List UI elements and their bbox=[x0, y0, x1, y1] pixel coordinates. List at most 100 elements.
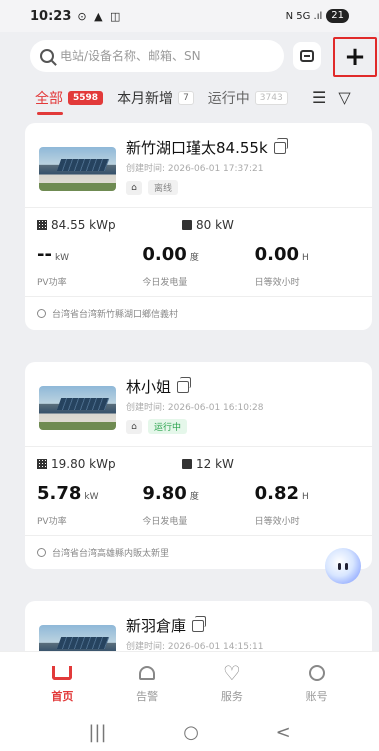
tab-label: 本月新增 bbox=[117, 91, 174, 107]
user-icon bbox=[308, 664, 325, 681]
tab-label: 告警 bbox=[136, 689, 159, 703]
status-badge: 运行中 bbox=[148, 419, 188, 434]
home-icon bbox=[52, 665, 73, 680]
metric-value: 0.82 bbox=[254, 483, 300, 504]
tab-label: 首页 bbox=[51, 689, 74, 703]
metric-label: 今日发电量 bbox=[142, 517, 188, 527]
metric-value: 9.80 bbox=[142, 483, 187, 504]
metric-unit: kW bbox=[54, 253, 70, 263]
home-icon: ⌂ bbox=[126, 419, 142, 434]
plant-card[interactable]: 新竹湖口瑾太84.55k 创建时间: 2026-06-01 17:37:21 ⌂… bbox=[25, 123, 372, 330]
metric-unit: 度 bbox=[189, 253, 199, 263]
metric-label: PV功率 bbox=[37, 517, 67, 527]
inverter-icon bbox=[182, 459, 192, 469]
tab-home[interactable]: 首页 bbox=[32, 662, 92, 704]
battery-icon: 21 bbox=[326, 9, 349, 23]
copy-icon[interactable] bbox=[192, 615, 207, 632]
tab-running[interactable]: 运行中 3743 bbox=[208, 88, 288, 108]
plant-info: 新竹湖口瑾太84.55k 创建时间: 2026-06-01 17:37:21 ⌂… bbox=[126, 137, 288, 195]
address-text: 台湾省台湾高雄縣内販太新里 bbox=[52, 549, 170, 559]
solar-panel-icon bbox=[37, 220, 47, 230]
plant-thumbnail bbox=[39, 386, 116, 430]
alarm-icon bbox=[139, 665, 156, 680]
copy-icon[interactable] bbox=[273, 137, 288, 154]
capacity-row: 19.80 kWp 12 kW bbox=[25, 447, 372, 475]
capacity: 84.55 kWp bbox=[37, 218, 182, 232]
tab-all[interactable]: 全部 5598 bbox=[35, 88, 104, 115]
metric-value: 0.00 bbox=[254, 244, 300, 265]
signal-icon: N 5G .ıl bbox=[285, 10, 323, 22]
metric-unit: H bbox=[302, 492, 309, 502]
tab-label: 全部 bbox=[35, 91, 63, 107]
inverter-capacity: 80 kW bbox=[182, 218, 327, 232]
home-button[interactable]: ○ bbox=[183, 722, 199, 743]
tab-service[interactable]: ♡ 服务 bbox=[202, 660, 262, 704]
created-time: 创建时间: 2026-06-01 16:10:28 bbox=[126, 403, 264, 413]
plus-icon: + bbox=[344, 42, 366, 72]
top-row: + bbox=[0, 37, 379, 77]
assistant-button[interactable] bbox=[325, 548, 361, 584]
capacity-row: 84.55 kWp 80 kW bbox=[25, 208, 372, 236]
plant-card[interactable]: 林小姐 创建时间: 2026-06-01 16:10:28 ⌂ 运行中 19.8… bbox=[25, 362, 372, 569]
metric-unit: kW bbox=[84, 492, 99, 502]
message-button[interactable] bbox=[293, 42, 321, 70]
metric-pv-power: -- kW PV功率 bbox=[37, 244, 142, 288]
service-icon: ♡ bbox=[222, 660, 241, 685]
sort-icon[interactable]: ☰ bbox=[312, 88, 326, 107]
metric-unit: H bbox=[302, 253, 309, 263]
status-time: 10:23 bbox=[30, 8, 72, 24]
search-bar[interactable] bbox=[30, 40, 284, 72]
metrics-row: 5.78 kW PV功率 9.80 度 今日发电量 0.82 H 日等效小时 bbox=[25, 475, 372, 527]
inverter-icon bbox=[182, 220, 192, 230]
address-row: 台湾省台湾高雄縣内販太新里 bbox=[25, 535, 372, 569]
bottom-tab-bar: 首页 告警 ♡ 服务 账号 bbox=[0, 651, 379, 713]
notification-icons: ⊙ ▲ ◫ bbox=[77, 9, 123, 23]
search-icon bbox=[40, 49, 54, 63]
tab-actions: ☰ ▽ bbox=[312, 88, 351, 107]
address-row: 台湾省台湾新竹縣湖口鄉信義村 bbox=[25, 296, 372, 330]
tab-alarm[interactable]: 告警 bbox=[117, 662, 177, 704]
plant-name: 新竹湖口瑾太84.55k bbox=[126, 139, 268, 157]
recent-apps-button[interactable]: ||| bbox=[88, 722, 106, 743]
back-button[interactable]: < bbox=[276, 722, 291, 743]
plant-name: 新羽倉庫 bbox=[126, 617, 187, 635]
inverter-value: 80 kW bbox=[196, 218, 234, 232]
status-right: N 5G .ıl 21 bbox=[286, 9, 349, 23]
metric-today-energy: 0.00 度 今日发电量 bbox=[142, 244, 254, 288]
capacity-value: 84.55 kWp bbox=[51, 218, 116, 232]
copy-icon[interactable] bbox=[177, 376, 192, 393]
plant-tags: ⌂ 离线 bbox=[126, 180, 286, 195]
add-plant-button[interactable]: + bbox=[333, 37, 377, 77]
plant-title: 新竹湖口瑾太84.55k bbox=[126, 137, 288, 158]
status-badge: 离线 bbox=[148, 180, 179, 195]
filter-icon[interactable]: ▽ bbox=[338, 88, 350, 107]
created-time: 创建时间: 2026-06-01 17:37:21 bbox=[126, 164, 264, 174]
tab-account[interactable]: 账号 bbox=[287, 662, 347, 704]
metric-today-energy: 9.80 度 今日发电量 bbox=[142, 483, 254, 527]
inverter-capacity: 12 kW bbox=[182, 457, 327, 471]
tab-label: 服务 bbox=[220, 689, 243, 703]
metric-label: PV功率 bbox=[37, 278, 67, 288]
plant-name: 林小姐 bbox=[126, 378, 172, 396]
plant-info: 林小姐 创建时间: 2026-06-01 16:10:28 ⌂ 运行中 bbox=[126, 376, 263, 434]
search-input[interactable] bbox=[60, 49, 260, 63]
metric-pv-power: 5.78 kW PV功率 bbox=[37, 483, 142, 527]
capacity: 19.80 kWp bbox=[37, 457, 182, 471]
location-icon bbox=[37, 309, 46, 318]
message-icon bbox=[300, 50, 314, 62]
capacity-value: 19.80 kWp bbox=[51, 457, 116, 471]
plant-title: 新羽倉庫 bbox=[126, 615, 263, 636]
metric-label: 今日发电量 bbox=[142, 278, 188, 288]
count-badge: 3743 bbox=[254, 91, 288, 105]
tab-new-this-month[interactable]: 本月新增 7 bbox=[117, 88, 194, 108]
tab-label: 运行中 bbox=[207, 91, 250, 107]
count-badge: 5598 bbox=[68, 91, 104, 105]
location-icon bbox=[37, 548, 46, 557]
inverter-value: 12 kW bbox=[196, 457, 234, 471]
metric-label: 日等效小时 bbox=[254, 278, 300, 288]
metric-label: 日等效小时 bbox=[254, 517, 300, 527]
plant-card-header: 林小姐 创建时间: 2026-06-01 16:10:28 ⌂ 运行中 bbox=[25, 362, 372, 447]
metric-unit: 度 bbox=[189, 492, 199, 502]
count-badge: 7 bbox=[178, 91, 194, 105]
system-nav-bar: ||| ○ < bbox=[0, 713, 379, 751]
